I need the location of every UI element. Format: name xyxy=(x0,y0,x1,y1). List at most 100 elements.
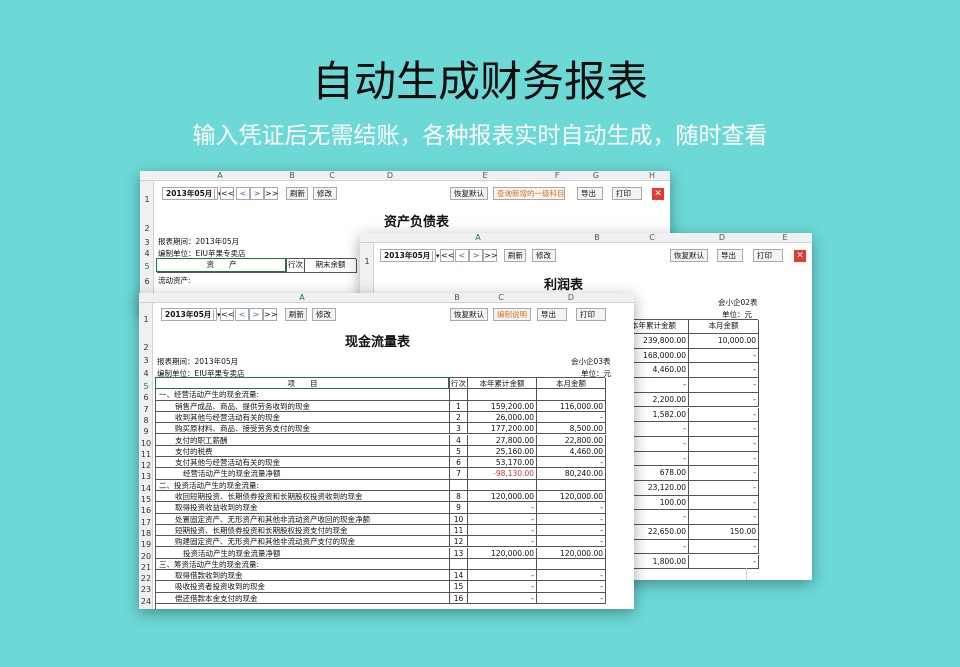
period-value: 2013年05月 xyxy=(165,310,212,319)
month-cell: - xyxy=(537,592,606,604)
month-cell: - xyxy=(689,422,759,437)
line-cell: 16 xyxy=(450,592,468,604)
close-icon[interactable]: ✕ xyxy=(794,250,806,262)
item-cell: 一、经营活动产生的现金流量: xyxy=(156,389,450,401)
instructions-button[interactable]: 编制说明 xyxy=(493,308,531,321)
month-cell: 80,240.00 xyxy=(537,468,606,480)
month-cell: - xyxy=(689,495,759,511)
item-cell: 二、投资活动产生的现金流量: xyxy=(156,479,450,491)
month-cell: - xyxy=(689,554,759,570)
query-new-accounts-button[interactable]: 查询新增的一级科目 xyxy=(493,187,565,200)
ytd-cell: - xyxy=(468,513,537,525)
last-period-button[interactable]: >> xyxy=(263,308,277,321)
next-period-button[interactable]: > xyxy=(249,308,263,321)
report-title: 利润表 xyxy=(544,278,584,293)
column-label: D xyxy=(718,233,726,242)
prev-period-button[interactable]: < xyxy=(236,187,250,200)
print-button[interactable]: 打印 xyxy=(576,308,606,321)
ytd-cell: - xyxy=(468,581,537,593)
ytd-cell: 177,200.00 xyxy=(468,423,537,435)
restore-default-button[interactable]: 恢复默认 xyxy=(450,308,488,321)
column-label: C xyxy=(329,171,335,180)
export-button[interactable]: 导出 xyxy=(577,187,603,200)
row-number: 3 xyxy=(144,238,150,247)
item-cell: 吸收投资者投资收到的现金 xyxy=(156,581,450,593)
line-cell: 12 xyxy=(450,536,468,548)
column-header-month: 本月金额 xyxy=(689,320,759,334)
print-button[interactable]: 打印 xyxy=(612,187,642,200)
item-cell: 收回短期投资、长期债券投资和长期股权投资收到的现金 xyxy=(156,491,450,503)
month-cell: 116,000.00 xyxy=(537,400,606,412)
next-period-button[interactable]: > xyxy=(250,187,264,200)
first-period-button[interactable]: << xyxy=(220,187,234,200)
item-cell: 短期投资、长期债券投资和长期股权投资支付的现金 xyxy=(156,524,450,537)
column-label: G xyxy=(592,171,600,180)
item-cell: 支付的税费 xyxy=(156,445,450,458)
column-label: E xyxy=(482,171,488,180)
column-label: A xyxy=(475,233,481,242)
print-button[interactable]: 打印 xyxy=(753,249,783,262)
selected-cell xyxy=(156,258,286,272)
last-period-button[interactable]: >> xyxy=(483,249,497,262)
month-cell: - xyxy=(537,570,606,582)
item-cell: 投资活动产生的现金流量净额 xyxy=(156,547,450,559)
edit-button[interactable]: 修改 xyxy=(532,249,556,262)
row-number: 1 xyxy=(364,257,370,266)
column-label: D xyxy=(386,171,394,180)
refresh-button[interactable]: 刷新 xyxy=(285,308,307,321)
edit-button[interactable]: 修改 xyxy=(313,187,337,200)
row-header: 1 2 3 4 5 6 7 8 9 10 11 12 13 14 15 16 17 18 19 20 21 22 23 24 xyxy=(139,303,153,609)
row-number: 6 xyxy=(144,277,150,286)
next-period-button[interactable]: > xyxy=(469,249,483,262)
month-cell: 10,000.00 xyxy=(689,334,759,349)
line-cell: 14 xyxy=(450,570,468,582)
ytd-cell: 27,800.00 xyxy=(468,434,537,446)
item-cell: 处置固定资产、无形资产和其他非流动资产收回的现金净额 xyxy=(156,513,450,525)
month-cell: - xyxy=(537,536,606,548)
prev-period-button[interactable]: < xyxy=(455,249,469,262)
close-icon[interactable]: ✕ xyxy=(652,188,664,200)
month-cell: - xyxy=(537,524,606,537)
row-number: 18 xyxy=(140,528,152,538)
line-cell: 13 xyxy=(450,547,468,559)
prev-period-button[interactable]: < xyxy=(235,308,249,321)
row-number: 2 xyxy=(143,343,149,352)
month-cell xyxy=(537,558,606,571)
column-label: B xyxy=(454,293,460,302)
month-cell: - xyxy=(689,392,759,408)
column-label: A xyxy=(217,171,223,180)
line-cell: 7 xyxy=(450,468,468,480)
line-cell: 2 xyxy=(450,411,468,424)
ytd-cell: 159,200.00 xyxy=(468,400,537,412)
item-cell: 经营活动产生的现金流量净额 xyxy=(156,468,450,480)
ytd-cell: 120,000.00 xyxy=(468,491,537,503)
first-period-button[interactable]: << xyxy=(440,249,454,262)
refresh-button[interactable]: 刷新 xyxy=(286,187,308,200)
row-number: 2 xyxy=(144,224,150,233)
restore-default-button[interactable]: 恢复默认 xyxy=(670,249,708,262)
item-cell: 销售产成品、商品、提供劳务收到的现金 xyxy=(156,400,450,412)
row-number: 9 xyxy=(143,427,149,437)
month-cell: - xyxy=(689,539,759,555)
edit-button[interactable]: 修改 xyxy=(312,308,336,321)
period-select[interactable]: 2013年05月▾ xyxy=(380,249,440,262)
period-select[interactable]: 2013年05月▾ xyxy=(162,187,222,200)
first-period-button[interactable]: << xyxy=(220,308,234,321)
column-label: E xyxy=(782,233,788,242)
line-cell xyxy=(450,558,468,571)
export-button[interactable]: 导出 xyxy=(537,308,567,321)
column-header-ending-balance: 期末余额 xyxy=(305,259,357,273)
cash-flow-table: 项 目行次 本年累计金额 本月金额 一、经营活动产生的现金流量: 销售产成品、商品、提供… xyxy=(155,377,606,609)
income-table: 本年累计金额 本月金额 239,800.00 10,000.00 168,000.0… xyxy=(618,319,759,570)
refresh-button[interactable]: 刷新 xyxy=(504,249,526,262)
restore-default-button[interactable]: 恢复默认 xyxy=(450,187,488,200)
column-label: A xyxy=(299,293,305,302)
column-header: 行次 xyxy=(450,378,468,390)
report-period: 报表期间：2013年05月 xyxy=(157,357,239,366)
month-cell: - xyxy=(689,510,759,526)
period-select[interactable]: 2013年05月▾ xyxy=(161,308,221,321)
export-button[interactable]: 导出 xyxy=(717,249,743,262)
report-period: 报表期间：2013年05月 xyxy=(158,237,240,246)
last-period-button[interactable]: >> xyxy=(264,187,278,200)
column-header-line: 行次 xyxy=(287,259,305,273)
